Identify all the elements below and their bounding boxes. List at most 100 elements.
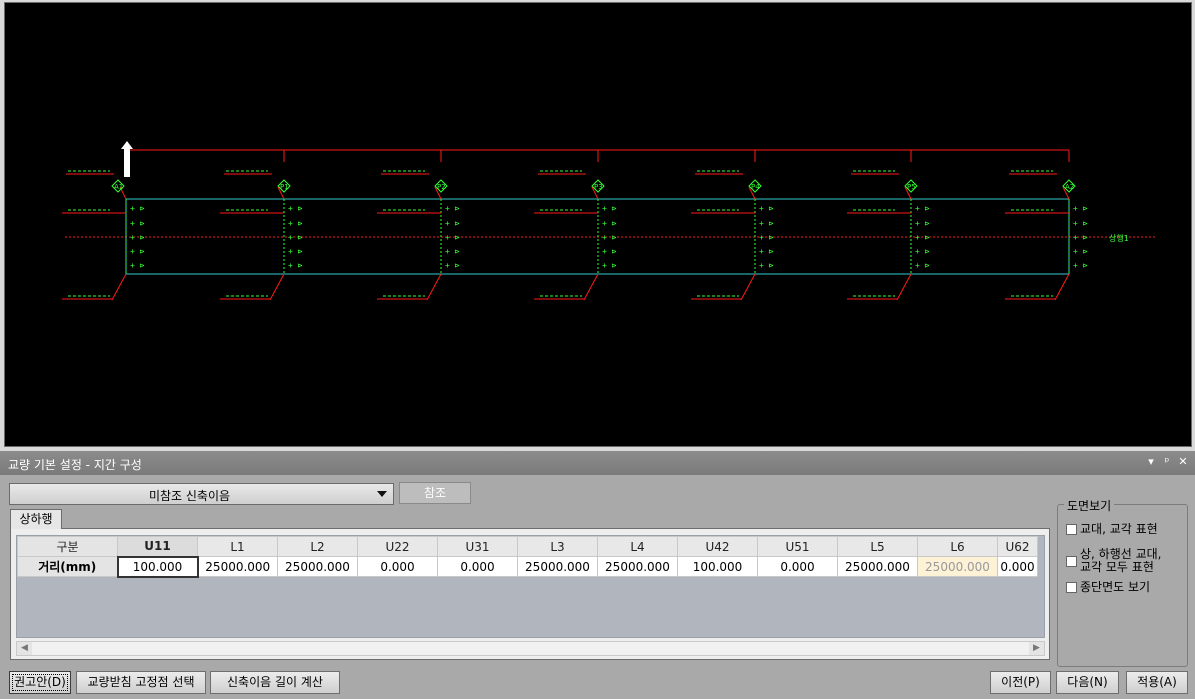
bearing-mark: + ⊳	[915, 247, 930, 256]
prev-button[interactable]: 이전(P)	[990, 671, 1051, 694]
bearing-mark: + ⊳	[130, 233, 145, 242]
horizontal-scrollbar[interactable]: ◀ ▶	[16, 641, 1045, 656]
grid-col-header-u42: U42	[677, 536, 758, 557]
bearing-mark: + ⊳	[1073, 233, 1088, 242]
grid-cell-l2[interactable]: 25000.000	[277, 556, 358, 577]
bearing-mark: + ⊳	[445, 261, 460, 270]
grid-col-header-l1: L1	[197, 536, 278, 557]
bearing-mark: + ⊳	[915, 233, 930, 242]
checkbox-label: 교대, 교각 표현	[1080, 522, 1158, 536]
grid-col-header-l5: L5	[837, 536, 918, 557]
recommend-button[interactable]: 권고안(D)	[9, 671, 71, 694]
bearing-mark: + ⊳	[1073, 247, 1088, 256]
chevron-down-icon	[377, 491, 387, 497]
grid-row-label: 거리(mm)	[17, 556, 118, 577]
bearing-mark: + ⊳	[445, 233, 460, 242]
grid-col-header-u51: U51	[757, 536, 838, 557]
cad-viewport: + ⊳ + ⊳ + ⊳ + ⊳ + ⊳ A1 + ⊳ + ⊳ + ⊳ + ⊳ + ⊳ P1 + ⊳ + ⊳…	[0, 0, 1195, 451]
bearing-mark: + ⊳	[288, 233, 303, 242]
tab-updown[interactable]: 상하행	[10, 509, 62, 529]
bearing-mark: + ⊳	[1073, 261, 1088, 270]
grid-cell-u11[interactable]: 100.000	[116, 555, 199, 578]
grid-cell-u31[interactable]: 0.000	[437, 556, 518, 577]
span-plan-drawing: + ⊳ + ⊳ + ⊳ + ⊳ + ⊳ A1 + ⊳ + ⊳ + ⊳ + ⊳ + ⊳ P1 + ⊳ + ⊳…	[62, 141, 1155, 301]
bearing-mark: + ⊳	[445, 247, 460, 256]
bearing-mark: + ⊳	[445, 219, 460, 228]
scroll-left-icon[interactable]: ◀	[17, 642, 32, 655]
bearing-mark: + ⊳	[130, 261, 145, 270]
drawing-canvas[interactable]: + ⊳ + ⊳ + ⊳ + ⊳ + ⊳ A1 + ⊳ + ⊳ + ⊳ + ⊳ + ⊳ P1 + ⊳ + ⊳…	[4, 2, 1192, 447]
grid-header-row: 구분 U11 L1 L2 U22 U31 L3 L4 U42 U51 L5 L6 U62	[17, 536, 1038, 557]
bearing-fixed-point-button[interactable]: 교량받침 고정점 선택	[76, 671, 206, 694]
bearing-mark: + ⊳	[915, 204, 930, 213]
leader-line	[1054, 273, 1070, 301]
show-both-lines-checkbox[interactable]: 상, 하행선 교대, 교각 모두 표현	[1066, 548, 1162, 574]
grid-cell-l6[interactable]: 25000.000	[917, 556, 998, 577]
bearing-mark: + ⊳	[288, 261, 303, 270]
grid-cell-u22[interactable]: 0.000	[357, 556, 438, 577]
grid-col-header-l2: L2	[277, 536, 358, 557]
bearing-mark: + ⊳	[130, 247, 145, 256]
show-abutment-pier-checkbox[interactable]: 교대, 교각 표현	[1066, 523, 1158, 536]
grid-col-header-l3: L3	[517, 536, 598, 557]
grid-distance-row: 거리(mm) 100.000 25000.000 25000.000 0.000 0.0…	[17, 555, 1038, 578]
bearing-mark: + ⊳	[602, 261, 617, 270]
bearing-mark: + ⊳	[288, 204, 303, 213]
grid-cell-l5[interactable]: 25000.000	[837, 556, 918, 577]
bearing-mark: + ⊳	[759, 247, 774, 256]
bearing-mark: + ⊳	[445, 204, 460, 213]
show-longitudinal-checkbox[interactable]: 종단면도 보기	[1066, 581, 1150, 594]
grid-header-label: 구분	[17, 536, 118, 557]
apply-button[interactable]: 적용(A)	[1126, 671, 1188, 694]
bearing-mark: + ⊳	[915, 261, 930, 270]
grid-col-header-u31: U31	[437, 536, 518, 557]
bearing-mark: + ⊳	[288, 219, 303, 228]
bearing-mark: + ⊳	[602, 219, 617, 228]
grid-cell-l4[interactable]: 25000.000	[597, 556, 678, 577]
bearing-mark: + ⊳	[759, 204, 774, 213]
grid-cell-u62[interactable]: 0.000	[997, 556, 1038, 577]
pier-label: P3	[594, 183, 603, 191]
side-label: 상행1	[1109, 233, 1129, 243]
grid-cell-l3[interactable]: 25000.000	[517, 556, 598, 577]
pier-label: P2	[437, 183, 446, 191]
pin-icon[interactable]: ᵖ	[1160, 455, 1174, 468]
leader-line	[583, 273, 599, 301]
grid-cell-u51[interactable]: 0.000	[757, 556, 838, 577]
view-options-group: 도면보기 교대, 교각 표현 상, 하행선 교대, 교각 모두 표현 종단면도 …	[1057, 497, 1188, 667]
pier-label: P1	[280, 183, 289, 191]
grid-col-header-l6: L6	[917, 536, 998, 557]
checkbox-box	[1066, 524, 1077, 535]
scroll-right-icon[interactable]: ▶	[1029, 642, 1044, 655]
tab-content: 구분 U11 L1 L2 U22 U31 L3 L4 U42 U51 L5 L6 U62 거리(mm)…	[10, 528, 1050, 660]
bearing-mark: + ⊳	[130, 204, 145, 213]
grid-col-header-u62: U62	[997, 536, 1038, 557]
grid-cell-u42[interactable]: 100.000	[677, 556, 758, 577]
bearing-mark: + ⊳	[915, 219, 930, 228]
bearing-mark: + ⊳	[759, 261, 774, 270]
next-button[interactable]: 다음(N)	[1056, 671, 1119, 694]
panel-title: 교량 기본 설정 - 지간 구성	[8, 458, 142, 472]
bearing-mark: + ⊳	[759, 219, 774, 228]
pier-label: P5	[907, 183, 916, 191]
joint-length-calc-button[interactable]: 신축이음 길이 계산	[210, 671, 340, 694]
bearing-mark: + ⊳	[602, 204, 617, 213]
bearing-mark: + ⊳	[130, 219, 145, 228]
leader-line	[426, 273, 442, 301]
reference-joint-select[interactable]: 미참조 신축이음	[9, 483, 394, 505]
span-config-panel: 교량 기본 설정 - 지간 구성 ▾ ᵖ ✕ 미참조 신축이음 참조 상하행 구…	[0, 451, 1195, 699]
panel-menu-icon[interactable]: ▾	[1144, 455, 1158, 468]
reference-button[interactable]: 참조	[399, 482, 471, 504]
leader-line	[740, 273, 756, 301]
bearing-mark: + ⊳	[602, 233, 617, 242]
checkbox-box	[1066, 582, 1077, 593]
panel-title-bar: 교량 기본 설정 - 지간 구성 ▾ ᵖ ✕	[0, 451, 1195, 475]
grid-col-header-u22: U22	[357, 536, 438, 557]
grid-cell-l1[interactable]: 25000.000	[197, 556, 278, 577]
pier-label: A2	[1065, 183, 1074, 191]
pier-label: A1	[114, 183, 123, 191]
checkbox-box	[1066, 556, 1077, 567]
close-icon[interactable]: ✕	[1176, 455, 1190, 468]
view-options-legend: 도면보기	[1064, 497, 1115, 514]
checkbox-label: 종단면도 보기	[1080, 580, 1151, 594]
